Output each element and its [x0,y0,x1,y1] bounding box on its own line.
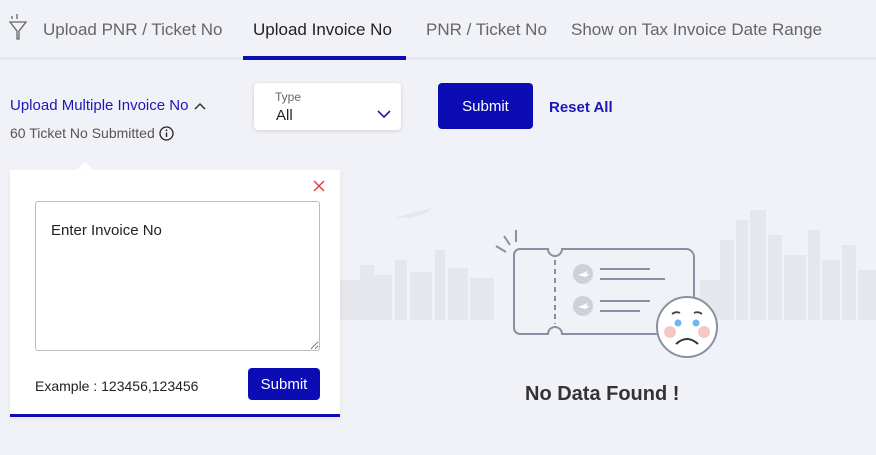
filter-icon[interactable] [8,14,28,42]
invoice-no-textarea[interactable] [35,201,320,351]
tab-tax-invoice-date-range[interactable]: Show on Tax Invoice Date Range [571,20,822,40]
plane-icon [573,296,593,316]
upload-multiple-invoice-toggle[interactable]: Upload Multiple Invoice No [10,97,206,114]
type-select-value: All [276,107,293,124]
type-select[interactable]: Type All [254,83,401,130]
info-icon[interactable] [159,125,174,141]
chevron-up-icon [194,102,206,110]
submit-button[interactable]: Submit [438,83,533,129]
ticket-illustration [495,230,718,358]
example-text: Example : 123456,123456 [35,378,199,394]
submitted-text: 60 Ticket No Submitted [10,125,155,141]
upload-multiple-label: Upload Multiple Invoice No [10,97,189,114]
plane-icon [573,264,593,284]
tab-upload-pnr-ticket-no[interactable]: Upload PNR / Ticket No [43,20,223,40]
tab-upload-invoice-no[interactable]: Upload Invoice No [253,20,392,40]
no-data-message: No Data Found ! [525,383,680,405]
active-tab-indicator [243,56,406,60]
close-icon[interactable] [312,179,326,193]
reset-all-link[interactable]: Reset All [549,99,613,116]
type-select-label: Type [275,90,302,104]
popup-submit-button[interactable]: Submit [248,368,320,400]
submitted-count: 60 Ticket No Submitted [10,125,174,141]
chevron-down-icon [377,110,391,119]
tab-pnr-ticket-no[interactable]: PNR / Ticket No [426,20,547,40]
sad-face-icon [656,296,718,358]
upload-invoice-popup: Example : 123456,123456 Submit [10,170,340,417]
tab-bar: Upload PNR / Ticket No Upload Invoice No… [0,0,876,60]
